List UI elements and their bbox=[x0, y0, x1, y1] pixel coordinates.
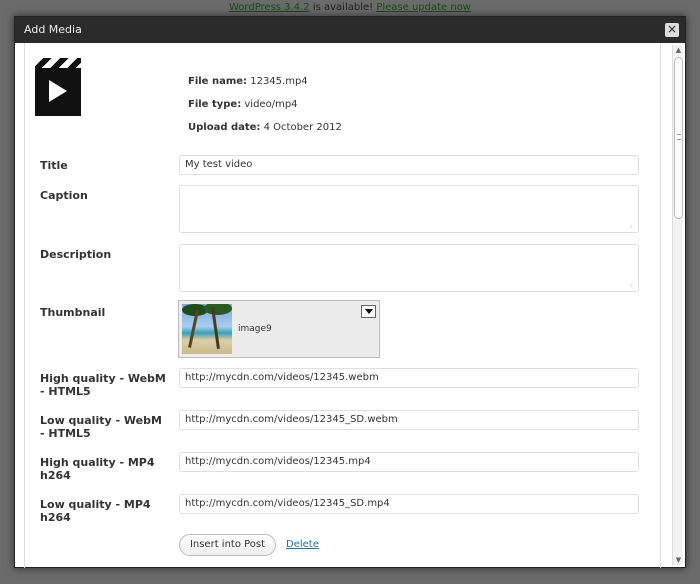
hq-webm-label: High quality - WebM - HTML5 bbox=[40, 372, 166, 398]
vertical-scrollbar[interactable]: ▲ ▼ bbox=[672, 45, 683, 565]
lq-mp4-label: Low quality - MP4 h264 bbox=[40, 498, 151, 524]
thumbnail-name: image9 bbox=[238, 324, 272, 334]
dialog-title: Add Media bbox=[24, 23, 82, 36]
insert-into-post-button[interactable]: Insert into Post bbox=[179, 534, 276, 556]
lq-webm-input[interactable]: http://mycdn.com/videos/12345_SD.webm bbox=[179, 410, 639, 430]
video-file-icon bbox=[35, 58, 81, 116]
hq-webm-input[interactable]: http://mycdn.com/videos/12345.webm bbox=[179, 368, 639, 388]
upload-date-value: 4 October 2012 bbox=[263, 122, 342, 133]
description-label: Description bbox=[40, 248, 112, 261]
title-label: Title bbox=[40, 159, 68, 172]
clapper-stripe bbox=[35, 58, 81, 70]
file-type-info: File type: video/mp4 bbox=[188, 99, 298, 110]
lq-webm-label: Low quality - WebM - HTML5 bbox=[40, 414, 162, 440]
update-notice: WordPress 3.4.2 is available! Please upd… bbox=[0, 0, 700, 16]
hq-mp4-input[interactable]: http://mycdn.com/videos/12345.mp4 bbox=[179, 452, 639, 472]
file-name-info: File name: 12345.mp4 bbox=[188, 76, 308, 87]
scroll-up-icon[interactable]: ▲ bbox=[674, 46, 683, 54]
hq-mp4-label: High quality - MP4 h264 bbox=[40, 456, 155, 482]
update-now-link[interactable]: Please update now bbox=[376, 2, 471, 13]
update-notice-text: is available! bbox=[309, 2, 377, 13]
dialog-header: Add Media × bbox=[15, 17, 685, 43]
scroll-grip-icon bbox=[677, 134, 681, 140]
delete-link[interactable]: Delete bbox=[286, 539, 319, 550]
upload-date-info: Upload date: 4 October 2012 bbox=[188, 122, 342, 133]
add-media-dialog: Add Media × File name: 12345.mp4 File ty… bbox=[14, 16, 686, 568]
title-input[interactable]: My test video bbox=[179, 155, 639, 175]
upload-date-label: Upload date: bbox=[188, 122, 261, 133]
resize-grip-icon[interactable]: ⁘ bbox=[629, 283, 634, 290]
file-type-value: video/mp4 bbox=[244, 99, 298, 110]
caption-textarea[interactable]: ⁘ bbox=[179, 185, 639, 233]
file-name-value: 12345.mp4 bbox=[250, 76, 308, 87]
resize-grip-icon[interactable]: ⁘ bbox=[629, 224, 634, 231]
chevron-down-icon[interactable] bbox=[361, 305, 376, 318]
file-name-label: File name: bbox=[188, 76, 248, 87]
thumbnail-image bbox=[182, 304, 232, 354]
play-icon bbox=[49, 80, 67, 102]
scrollbar-thumb[interactable] bbox=[674, 57, 683, 219]
update-version-link[interactable]: WordPress 3.4.2 bbox=[229, 2, 310, 13]
dialog-body: File name: 12345.mp4 File type: video/mp… bbox=[24, 43, 661, 568]
close-icon[interactable]: × bbox=[665, 23, 679, 37]
file-type-label: File type: bbox=[188, 99, 242, 110]
lq-mp4-input[interactable]: http://mycdn.com/videos/12345_SD.mp4 bbox=[179, 494, 639, 514]
thumbnail-selector[interactable]: image9 bbox=[178, 300, 380, 358]
caption-label: Caption bbox=[40, 189, 88, 202]
scroll-down-icon[interactable]: ▼ bbox=[674, 556, 683, 564]
thumbnail-label: Thumbnail bbox=[40, 306, 106, 319]
description-textarea[interactable]: ⁘ bbox=[179, 244, 639, 292]
